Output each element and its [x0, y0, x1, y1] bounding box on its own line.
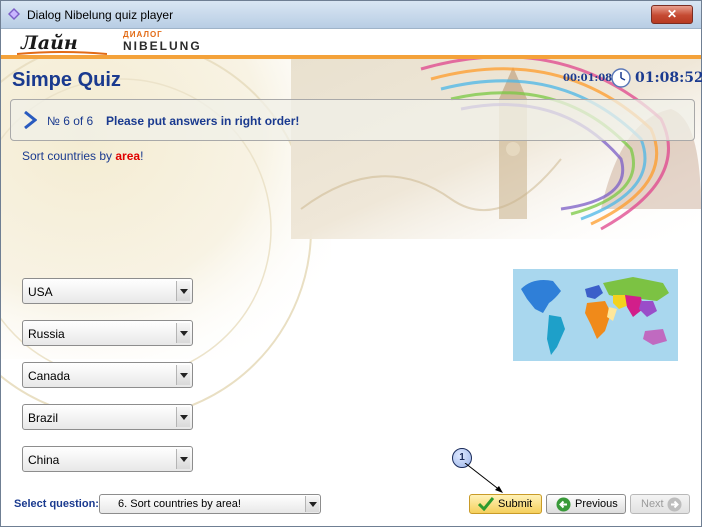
select-question-label: Select question:: [14, 498, 99, 510]
answer-value: Canada: [28, 369, 71, 383]
answer-dropdown-1[interactable]: USA: [22, 278, 193, 304]
answer-dropdown-4[interactable]: Brazil: [22, 404, 193, 430]
instruction-suffix: !: [140, 149, 144, 163]
answer-value: USA: [28, 285, 53, 299]
checkmark-icon: [478, 497, 494, 511]
arrow-right-icon: [667, 497, 682, 512]
close-button[interactable]: ✕: [651, 5, 693, 24]
logo-swoosh-icon: [17, 51, 107, 55]
question-number: № 6 of 6: [47, 114, 94, 128]
quiz-player-window: Dialog Nibelung quiz player ✕ Лайн ДИАЛО…: [0, 0, 702, 527]
chevron-down-icon[interactable]: [176, 281, 190, 301]
world-map-icon: [513, 269, 678, 361]
chevron-down-icon[interactable]: [176, 365, 190, 385]
previous-button[interactable]: Previous: [546, 494, 626, 514]
instruction-keyword: area: [115, 149, 141, 163]
chevron-right-icon: [24, 111, 37, 129]
chevron-down-icon[interactable]: [176, 407, 190, 427]
select-question-dropdown[interactable]: 6. Sort countries by area!: [99, 494, 321, 514]
previous-label: Previous: [575, 498, 618, 510]
chevron-down-icon[interactable]: [176, 449, 190, 469]
answer-dropdown-2[interactable]: Russia: [22, 320, 193, 346]
answer-value: Russia: [28, 327, 65, 341]
nibelung-logo-text: NIBELUNG: [123, 39, 202, 53]
answer-value: Brazil: [28, 411, 59, 425]
answer-dropdown-5[interactable]: China: [22, 446, 193, 472]
answer-value: China: [28, 453, 60, 467]
next-label: Next: [641, 498, 664, 510]
answer-dropdown-3[interactable]: Canada: [22, 362, 193, 388]
clock-icon: [611, 68, 631, 88]
submit-label: Submit: [498, 498, 533, 510]
question-text: Please put answers in right order!: [106, 114, 300, 128]
app-icon: [8, 8, 20, 20]
quiz-title: Simpe Quiz: [12, 69, 121, 91]
callout-arrow-icon: [464, 463, 503, 493]
chevron-down-icon[interactable]: [305, 496, 319, 512]
window-title: Dialog Nibelung quiz player: [27, 8, 174, 22]
total-timer: 01:08:52: [635, 70, 702, 86]
submit-button[interactable]: Submit: [469, 494, 542, 514]
dialog-logo-text: ДИАЛОГ: [123, 30, 163, 39]
elapsed-timer: 00:01:08: [563, 73, 613, 84]
instruction-text: Sort countries by area!: [22, 149, 143, 163]
next-button[interactable]: Next: [630, 494, 690, 514]
arrow-left-icon: [556, 497, 571, 512]
title-bar: Dialog Nibelung quiz player ✕: [1, 1, 701, 29]
instruction-prefix: Sort countries by: [22, 149, 116, 163]
select-question-value: 6. Sort countries by area!: [118, 498, 241, 510]
chevron-down-icon[interactable]: [176, 323, 190, 343]
